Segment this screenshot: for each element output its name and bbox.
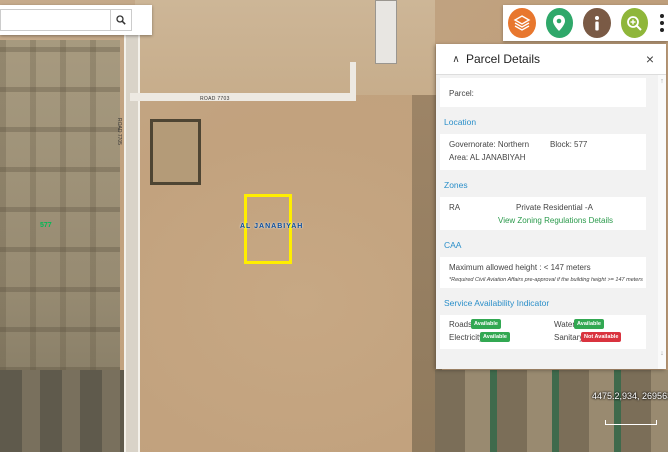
status-badge-electricity: Available [480,332,510,342]
zoom-search-button[interactable] [620,8,649,38]
more-dot [659,28,664,32]
service-name-sanitary: Sanitary [554,333,584,342]
scale-bar [605,420,657,425]
walled-enclosure [150,119,201,185]
coordinate-readout: 4475.2,934, 2695634.87 [592,391,668,401]
more-vertical-icon[interactable] [655,14,668,32]
area-value: Area: AL JANABIYAH [449,153,526,162]
panel-body: Parcel: Location Governorate: Northern B… [436,75,658,369]
location-button[interactable] [545,8,574,38]
location-pin-icon [553,15,566,31]
road-label-horizontal: ROAD 7703 [200,96,230,102]
road-label-vertical: ROAD 7705 [116,118,122,145]
zoom-search-icon [627,16,643,31]
status-badge-water: Available [574,319,604,329]
search-button[interactable] [110,9,132,31]
caa-section-title: CAA [440,234,658,256]
panel-scrollbar[interactable] [658,75,666,369]
more-dot [659,14,664,18]
info-button[interactable] [583,8,611,38]
map-toolbar [503,5,668,41]
services-card: Roads Available Water Available Electric… [440,315,646,349]
panel-title: Parcel Details [466,52,541,66]
building [375,0,397,64]
location-card: Governorate: Northern Block: 577 Area: A… [440,134,646,170]
caa-note: *Required Civil Aviation Affairs pre-app… [449,277,643,283]
layers-icon [513,15,531,31]
road-stub [350,62,356,100]
search-input[interactable] [0,9,110,31]
search-icon [116,15,126,25]
governorate-value: Governorate: Northern [449,140,530,149]
parcel-label: Parcel: [449,89,474,98]
map-area-southwest [0,370,140,452]
map-area-southeast [435,370,668,452]
zoning-regulations-link[interactable]: View Zoning Regulations Details [498,216,613,225]
status-badge-roads: Available [471,319,501,329]
parcel-area-label: AL JANABIYAH [240,223,304,230]
layers-button[interactable] [508,8,536,38]
location-section-title: Location [440,111,658,133]
zones-section-title: Zones [440,174,658,196]
service-name-electricity: Electricity [449,333,484,342]
service-name-water: Water [554,320,576,329]
block-number-label: 577 [40,222,52,229]
caa-card: Maximum allowed height : < 147 meters *R… [440,257,646,288]
search-box [0,5,152,35]
more-dot [659,21,664,25]
service-name-roads: Roads [449,320,473,329]
road-horizontal [130,93,356,101]
max-height-value: Maximum allowed height : < 147 meters [449,263,591,272]
info-icon [594,16,599,31]
zone-code: RA [449,203,461,212]
services-section-title: Service Availability Indicator [440,292,658,314]
panel-header: ∧ Parcel Details × [436,44,666,75]
zone-description: Private Residential -A [516,203,593,212]
zones-card: RA Private Residential -A View Zoning Re… [440,197,646,230]
scroll-up-icon[interactable]: ↑ [658,78,666,85]
status-badge-sanitary: Not Available [581,332,622,342]
parcel-details-panel: ∧ Parcel Details × ↑ ↓ Parcel: Location … [436,44,666,369]
block-value: Block: 577 [550,140,588,149]
scroll-down-icon[interactable]: ↓ [658,350,666,357]
collapse-chevron-icon[interactable]: ∧ [450,54,462,65]
parcel-card: Parcel: [440,78,646,107]
close-icon[interactable]: × [646,51,654,67]
